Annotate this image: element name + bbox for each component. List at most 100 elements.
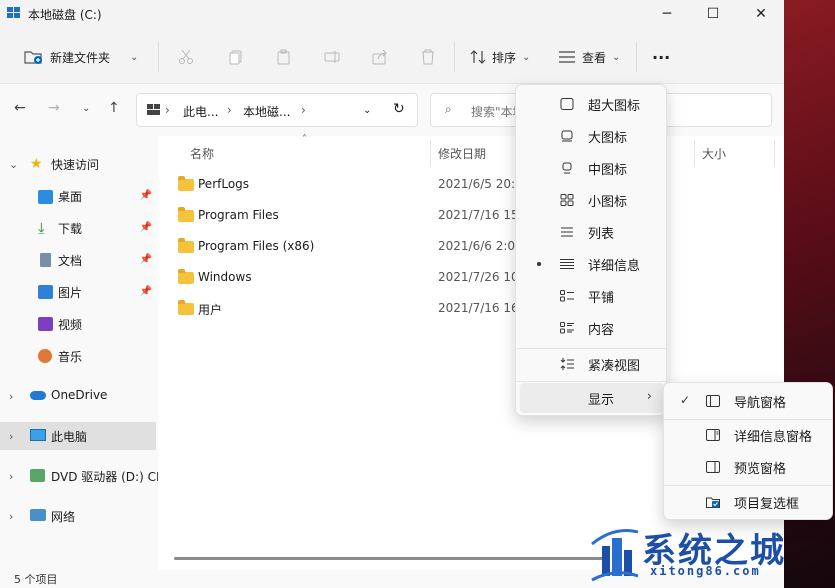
menu-item-item-checkboxes[interactable]: 项目复选框 bbox=[664, 487, 834, 517]
sidebar-item-dvd-drive[interactable]: › DVD 驱动器 (D:) CF bbox=[0, 462, 163, 490]
menu-item-large-icons[interactable]: 大图标 bbox=[520, 121, 664, 151]
address-bar[interactable]: › 此电... › 本地磁... › ⌄ ↻ bbox=[136, 93, 418, 127]
minimize-button[interactable]: ─ bbox=[644, 0, 690, 28]
sidebar-item-videos[interactable]: 视频 bbox=[0, 310, 156, 338]
show-submenu: ✓ 导航窗格 详细信息窗格 预览窗格 项目复选框 bbox=[663, 382, 833, 520]
address-dropdown-icon[interactable]: ⌄ bbox=[363, 105, 371, 116]
recent-locations-icon[interactable]: ⌄ bbox=[82, 103, 90, 114]
video-icon bbox=[38, 317, 53, 331]
sidebar-item-network[interactable]: › 网络 bbox=[0, 502, 156, 530]
menu-item-label: 预览窗格 bbox=[734, 462, 787, 477]
checkbox-icon bbox=[706, 497, 720, 508]
music-icon bbox=[38, 349, 52, 363]
menu-item-label: 小图标 bbox=[588, 195, 628, 210]
menu-item-preview-pane[interactable]: 预览窗格 bbox=[664, 452, 834, 482]
menu-item-details-pane[interactable]: 详细信息窗格 bbox=[664, 420, 834, 450]
table-row[interactable]: Windows 2021/7/26 10: bbox=[172, 264, 532, 292]
close-button[interactable]: ✕ bbox=[738, 0, 784, 28]
breadcrumb-this-pc[interactable]: 此电... bbox=[183, 103, 218, 120]
menu-item-extra-large-icons[interactable]: 超大图标 bbox=[520, 89, 664, 119]
column-divider[interactable] bbox=[774, 140, 775, 166]
small-icons-icon bbox=[560, 194, 574, 206]
chevron-down-icon: ⌄ bbox=[522, 51, 531, 63]
new-folder-button[interactable]: 新建文件夹 ⌄ bbox=[24, 42, 138, 72]
pin-icon[interactable]: 📌 bbox=[140, 254, 152, 265]
menu-item-tiles[interactable]: 平铺 bbox=[520, 281, 664, 311]
forward-arrow-icon[interactable]: → bbox=[48, 100, 60, 116]
paste-button[interactable] bbox=[276, 42, 292, 72]
rename-button[interactable] bbox=[324, 42, 342, 72]
large-icons-icon bbox=[561, 130, 573, 142]
menu-item-label: 内容 bbox=[588, 323, 615, 338]
sidebar-item-label: OneDrive bbox=[51, 388, 108, 402]
up-arrow-icon[interactable]: ↑ bbox=[108, 100, 120, 116]
menu-item-navigation-pane[interactable]: ✓ 导航窗格 bbox=[664, 386, 834, 416]
more-icon: ··· bbox=[652, 47, 671, 67]
menu-item-label: 中图标 bbox=[588, 163, 628, 178]
table-row[interactable]: Program Files 2021/7/16 15: bbox=[172, 202, 532, 230]
back-arrow-icon[interactable]: ← bbox=[14, 100, 26, 116]
sidebar-item-quick-access[interactable]: ⌄ ★ 快速访问 bbox=[0, 150, 156, 178]
table-row[interactable]: PerfLogs 2021/6/5 20:10 bbox=[172, 171, 532, 199]
chevron-right-icon: › bbox=[9, 469, 14, 483]
breadcrumb-local-disk[interactable]: 本地磁... bbox=[243, 103, 290, 120]
column-header-name[interactable]: 名称 bbox=[190, 145, 214, 162]
column-header-size[interactable]: 大小 bbox=[702, 145, 726, 162]
sidebar-item-label: 文档 bbox=[58, 254, 83, 268]
menu-item-small-icons[interactable]: 小图标 bbox=[520, 185, 664, 215]
paste-icon bbox=[277, 49, 290, 65]
horizontal-scrollbar[interactable] bbox=[174, 557, 604, 560]
view-button[interactable]: 查看 ⌄ bbox=[558, 42, 620, 72]
menu-item-label: 平铺 bbox=[588, 291, 615, 306]
sort-button[interactable]: 排序 ⌄ bbox=[470, 42, 530, 72]
sort-icon bbox=[470, 50, 486, 64]
chevron-right-icon: › bbox=[9, 429, 14, 443]
cut-button[interactable] bbox=[178, 42, 194, 72]
pin-icon[interactable]: 📌 bbox=[140, 286, 152, 297]
share-button[interactable] bbox=[372, 42, 388, 72]
copy-button[interactable] bbox=[228, 42, 244, 72]
column-divider[interactable] bbox=[694, 140, 695, 166]
medium-icons-icon bbox=[562, 162, 572, 174]
sidebar-item-onedrive[interactable]: › OneDrive bbox=[0, 382, 156, 410]
table-row[interactable]: 用户 2021/7/16 16: bbox=[172, 295, 532, 323]
sidebar-item-label: DVD 驱动器 (D:) CF bbox=[51, 470, 163, 484]
trash-icon bbox=[422, 49, 434, 65]
sidebar-item-pictures[interactable]: 图片 📌 bbox=[0, 278, 156, 306]
folder-icon bbox=[178, 238, 194, 253]
maximize-button[interactable]: ☐ bbox=[690, 0, 736, 28]
delete-button[interactable] bbox=[420, 42, 436, 72]
menu-item-content[interactable]: 内容 bbox=[520, 313, 664, 343]
view-label: 查看 bbox=[582, 50, 607, 65]
pin-icon[interactable]: 📌 bbox=[140, 222, 152, 233]
star-icon: ★ bbox=[30, 156, 43, 172]
refresh-icon[interactable]: ↻ bbox=[393, 101, 405, 117]
sidebar-item-label: 快速访问 bbox=[51, 158, 100, 172]
sidebar-item-label: 网络 bbox=[51, 510, 76, 524]
menu-item-list[interactable]: 列表 bbox=[520, 217, 664, 247]
selected-bullet-icon bbox=[537, 262, 541, 266]
network-icon bbox=[30, 509, 46, 521]
menu-item-label: 显示 bbox=[588, 393, 615, 408]
table-row[interactable]: Program Files (x86) 2021/6/6 2:06 bbox=[172, 233, 532, 261]
sidebar-item-documents[interactable]: 文档 📌 bbox=[0, 246, 156, 274]
sidebar-item-this-pc[interactable]: › 此电脑 bbox=[0, 422, 156, 450]
menu-item-label: 列表 bbox=[588, 227, 615, 242]
menu-item-show[interactable]: 显示 › bbox=[520, 383, 664, 413]
more-options-button[interactable]: ··· bbox=[652, 42, 670, 72]
menu-item-medium-icons[interactable]: 中图标 bbox=[520, 153, 664, 183]
share-icon bbox=[372, 49, 387, 65]
sidebar-item-music[interactable]: 音乐 bbox=[0, 342, 156, 370]
sidebar-item-desktop[interactable]: 桌面 📌 bbox=[0, 182, 156, 210]
computer-icon bbox=[30, 429, 46, 441]
sidebar-item-downloads[interactable]: ⤓ 下载 📌 bbox=[0, 214, 156, 242]
menu-item-details[interactable]: 详细信息 bbox=[520, 249, 664, 279]
chevron-right-icon[interactable]: › bbox=[301, 103, 306, 117]
menu-item-compact-view[interactable]: 紧凑视图 bbox=[520, 349, 664, 379]
column-divider[interactable] bbox=[430, 140, 431, 166]
column-header-date[interactable]: 修改日期 bbox=[438, 145, 486, 162]
file-name: PerfLogs bbox=[198, 177, 250, 191]
divider bbox=[454, 42, 455, 72]
pin-icon[interactable]: 📌 bbox=[140, 190, 152, 201]
chevron-right-icon: › bbox=[165, 103, 170, 117]
